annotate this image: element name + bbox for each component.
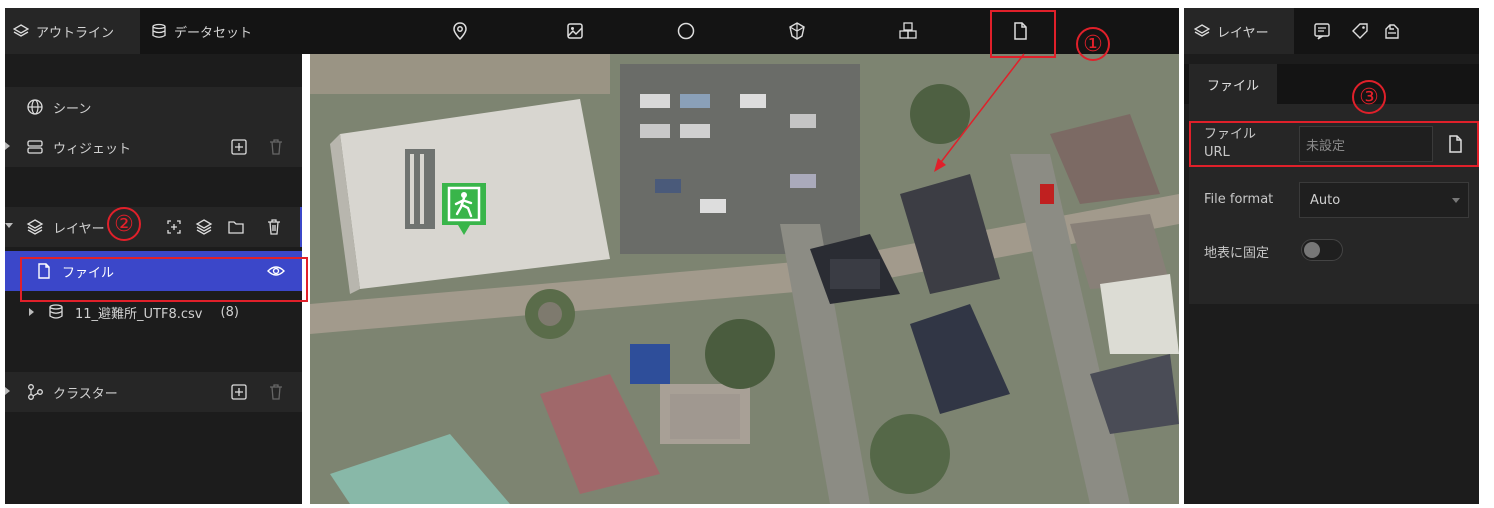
expand-arrow-icon[interactable]	[5, 142, 10, 150]
tab-layer[interactable]: レイヤー	[1184, 8, 1294, 54]
clamp-to-ground-label: 地表に固定	[1204, 246, 1270, 261]
tag-icon[interactable]	[1350, 21, 1370, 41]
tab-outline[interactable]: アウトライン	[5, 8, 140, 54]
annotation-marker-3: ③	[1352, 80, 1386, 114]
clamp-to-ground-toggle[interactable]	[1301, 239, 1343, 261]
add-layer-icon[interactable]	[165, 218, 183, 236]
annotation-marker-1: ①	[1076, 27, 1110, 61]
annotation-arrow	[934, 53, 1025, 172]
layers-label: レイヤー	[53, 221, 105, 237]
image-icon[interactable]	[565, 21, 585, 41]
folder-icon[interactable]	[227, 218, 245, 236]
expand-arrow-icon[interactable]	[5, 387, 10, 395]
circle-icon[interactable]	[676, 21, 696, 41]
delete-widget-icon[interactable]	[267, 138, 285, 156]
tab-dataset[interactable]: データセット	[151, 8, 252, 54]
annotation-marker-2: ②	[107, 207, 141, 241]
cubes-icon[interactable]	[898, 21, 918, 41]
database-icon	[47, 303, 65, 321]
box-icon[interactable]	[787, 21, 807, 41]
toggle-knob	[1304, 242, 1320, 258]
layers-icon	[13, 23, 29, 39]
pin-icon[interactable]	[450, 21, 470, 41]
section-tab-file[interactable]: ファイル	[1189, 64, 1277, 104]
outline-scene[interactable]: シーン	[5, 87, 302, 127]
file-format-select[interactable]: Auto	[1299, 182, 1469, 218]
aerial-map-image	[310, 54, 1179, 504]
collapse-arrow-icon[interactable]	[5, 223, 13, 228]
outline-layers[interactable]: レイヤー	[5, 207, 302, 247]
file-format-value: Auto	[1310, 192, 1341, 208]
add-layer-group-icon[interactable]	[195, 218, 213, 236]
dataset-name: 11_避難所_UTF8.csv	[75, 306, 203, 322]
outline-widget[interactable]: ウィジェット	[5, 127, 302, 167]
layers-icon	[26, 218, 44, 236]
tab-layer-label: レイヤー	[1217, 25, 1269, 41]
database-icon	[151, 23, 167, 39]
annotation-box-2	[20, 257, 308, 302]
infobox-icon[interactable]	[1312, 21, 1332, 41]
globe-icon	[26, 98, 44, 116]
delete-layer-icon[interactable]	[265, 218, 283, 236]
tab-outline-label: アウトライン	[36, 25, 115, 41]
chevron-down-icon	[1452, 198, 1460, 203]
map-viewport[interactable]	[310, 54, 1179, 504]
layers-icon	[1194, 23, 1210, 39]
add-cluster-icon[interactable]	[230, 383, 248, 401]
layer-panel-accent	[300, 207, 302, 247]
evacuation-shelter-marker[interactable]	[440, 181, 488, 239]
cluster-icon	[26, 383, 44, 401]
dataset-count: (8)	[220, 304, 239, 320]
add-widget-icon[interactable]	[230, 138, 248, 156]
property-panel: レイヤー ファイル ファイル URL 未設定 File format Auto	[1184, 8, 1479, 504]
file-format-label: File format	[1204, 192, 1274, 207]
widget-icon	[26, 138, 44, 156]
expand-arrow-icon[interactable]	[29, 308, 34, 316]
style-icon[interactable]	[1382, 21, 1402, 41]
widget-label: ウィジェット	[53, 141, 132, 157]
annotation-box-3	[1189, 121, 1479, 167]
property-tab-bar: レイヤー	[1184, 8, 1479, 54]
scene-label: シーン	[53, 101, 92, 117]
outline-cluster[interactable]: クラスター	[5, 372, 302, 412]
delete-cluster-icon[interactable]	[267, 383, 285, 401]
tab-dataset-label: データセット	[174, 25, 253, 41]
cluster-label: クラスター	[53, 386, 118, 402]
